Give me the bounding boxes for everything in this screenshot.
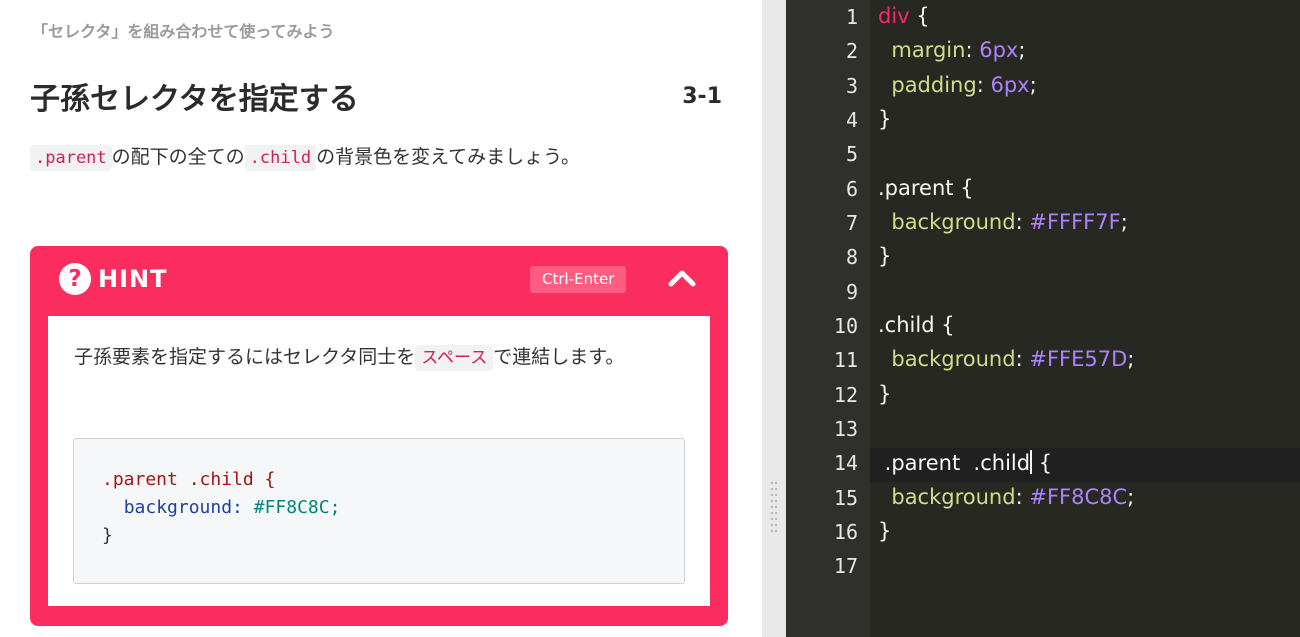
token-property: margin — [891, 38, 966, 62]
line-number: 13 — [833, 417, 858, 441]
token-colon: : — [1015, 210, 1030, 234]
panel-splitter[interactable] — [762, 0, 786, 637]
token-property: background — [891, 347, 1016, 371]
token-property: background — [891, 210, 1016, 234]
token-brace: } — [878, 382, 892, 406]
collapse-hint-button[interactable] — [666, 262, 698, 294]
hint-body: 子孫要素を指定するにはセレクタ同士を スペース で連結します。 .parent .c… — [48, 316, 710, 606]
code-line-1[interactable]: div { — [878, 4, 930, 28]
token-brace: } — [878, 519, 892, 543]
code-line-2[interactable]: margin: 6px; — [878, 38, 1025, 62]
token-value: #FF8C8C — [1029, 485, 1128, 509]
line-number: 15 — [833, 486, 858, 510]
breadcrumb: 「セレクタ」を組み合わせて使ってみよう — [32, 22, 335, 41]
line-number: 7 — [845, 211, 858, 235]
token-property: background — [891, 485, 1016, 509]
token-colon: : — [965, 38, 980, 62]
chevron-up-icon — [668, 270, 696, 287]
example-value: #FF8C8C; — [253, 497, 341, 518]
token-brace: { — [909, 4, 930, 28]
page-title: 子孫セレクタを指定する — [30, 82, 359, 117]
token-semicolon: ; — [1029, 73, 1037, 97]
example-code-block: .parent .child { background: #FF8C8C; } — [73, 438, 685, 584]
code-line-11[interactable]: background: #FFE57D; — [878, 347, 1134, 371]
code-line-14[interactable]: .parent .child { — [878, 450, 1052, 475]
line-number: 12 — [833, 383, 858, 407]
line-number: 3 — [845, 74, 858, 98]
lesson-number: 3-1 — [682, 84, 722, 109]
hint-text-1: 子孫要素を指定するにはセレクタ同士を — [74, 346, 416, 368]
line-number: 11 — [833, 348, 858, 372]
question-circle-icon: ? — [59, 263, 91, 295]
line-number: 8 — [845, 245, 858, 269]
line-number-gutter: 1 2 3 4 5 6 7 8 9 10 11 12 13 14 15 16 1… — [786, 0, 870, 637]
token-selector: div — [878, 4, 910, 28]
token-brace: { — [953, 176, 974, 200]
line-number: 16 — [833, 520, 858, 544]
example-selector: .parent .child { — [102, 469, 276, 490]
line-number: 5 — [845, 142, 858, 166]
token-selector: .parent .child — [878, 451, 1031, 475]
token-property: padding — [891, 73, 977, 97]
line-number: 4 — [845, 108, 858, 132]
code-line-4[interactable]: } — [878, 107, 891, 131]
code-line-8[interactable]: } — [878, 244, 891, 268]
token-colon: : — [1015, 347, 1030, 371]
token-colon: : — [1015, 485, 1030, 509]
code-line-15[interactable]: background: #FF8C8C; — [878, 485, 1134, 509]
line-number: 9 — [845, 280, 858, 304]
token-value: 6px — [979, 38, 1019, 62]
token-value: #FFFF7F — [1029, 210, 1121, 234]
code-editor[interactable]: 1 2 3 4 5 6 7 8 9 10 11 12 13 14 15 16 1… — [786, 0, 1300, 637]
code-chip-parent: .parent — [30, 145, 112, 171]
lesson-panel: 「セレクタ」を組み合わせて使ってみよう 子孫セレクタを指定する 3-1 .par… — [0, 0, 762, 637]
token-semicolon: ; — [1018, 38, 1026, 62]
token-brace: } — [878, 107, 892, 131]
code-line-7[interactable]: background: #FFFF7F; — [878, 210, 1128, 234]
token-brace: } — [878, 244, 892, 268]
hint-text-2: で連結します。 — [493, 346, 625, 368]
line-number: 10 — [833, 314, 858, 338]
hint-header[interactable]: ? HINT Ctrl-Enter — [30, 246, 728, 312]
code-line-16[interactable]: } — [878, 519, 891, 543]
hint-panel: ? HINT Ctrl-Enter 子孫要素を指定するにはセレクタ同士を スペース… — [30, 246, 728, 626]
lesson-instruction: .parent の配下の全ての .child の背景色を変えてみましょう。 — [30, 140, 710, 176]
code-chip-child: .child — [244, 145, 317, 171]
shortcut-badge: Ctrl-Enter — [530, 266, 627, 293]
token-semicolon: ; — [1127, 347, 1135, 371]
code-line-12[interactable]: } — [878, 382, 891, 406]
code-line-6[interactable]: .parent { — [878, 176, 974, 200]
line-number: 6 — [845, 177, 858, 201]
line-number: 1 — [845, 5, 858, 29]
token-colon: : — [976, 73, 991, 97]
example-close-brace: } — [102, 525, 113, 546]
code-line-10[interactable]: .child { — [878, 313, 955, 337]
hint-label: HINT — [98, 265, 168, 293]
token-semicolon: ; — [1120, 210, 1128, 234]
example-property: background: — [123, 497, 243, 518]
instruction-text-1: の配下の全ての — [111, 146, 245, 168]
token-value: #FFE57D — [1029, 347, 1128, 371]
hint-chip-space: スペース — [415, 345, 494, 371]
token-semicolon: ; — [1127, 485, 1135, 509]
token-value: 6px — [990, 73, 1030, 97]
token-selector: .child — [878, 313, 935, 337]
hint-text: 子孫要素を指定するにはセレクタ同士を スペース で連結します。 — [74, 340, 684, 376]
instruction-text-2: の背景色を変えてみましょう。 — [316, 146, 581, 168]
token-selector: .parent — [878, 176, 954, 200]
line-number: 17 — [833, 554, 858, 578]
line-number: 14 — [833, 451, 858, 475]
token-brace: { — [1032, 451, 1053, 475]
drag-handle-icon — [770, 481, 778, 533]
code-line-3[interactable]: padding: 6px; — [878, 73, 1037, 97]
line-number: 2 — [845, 39, 858, 63]
token-brace: { — [934, 313, 955, 337]
